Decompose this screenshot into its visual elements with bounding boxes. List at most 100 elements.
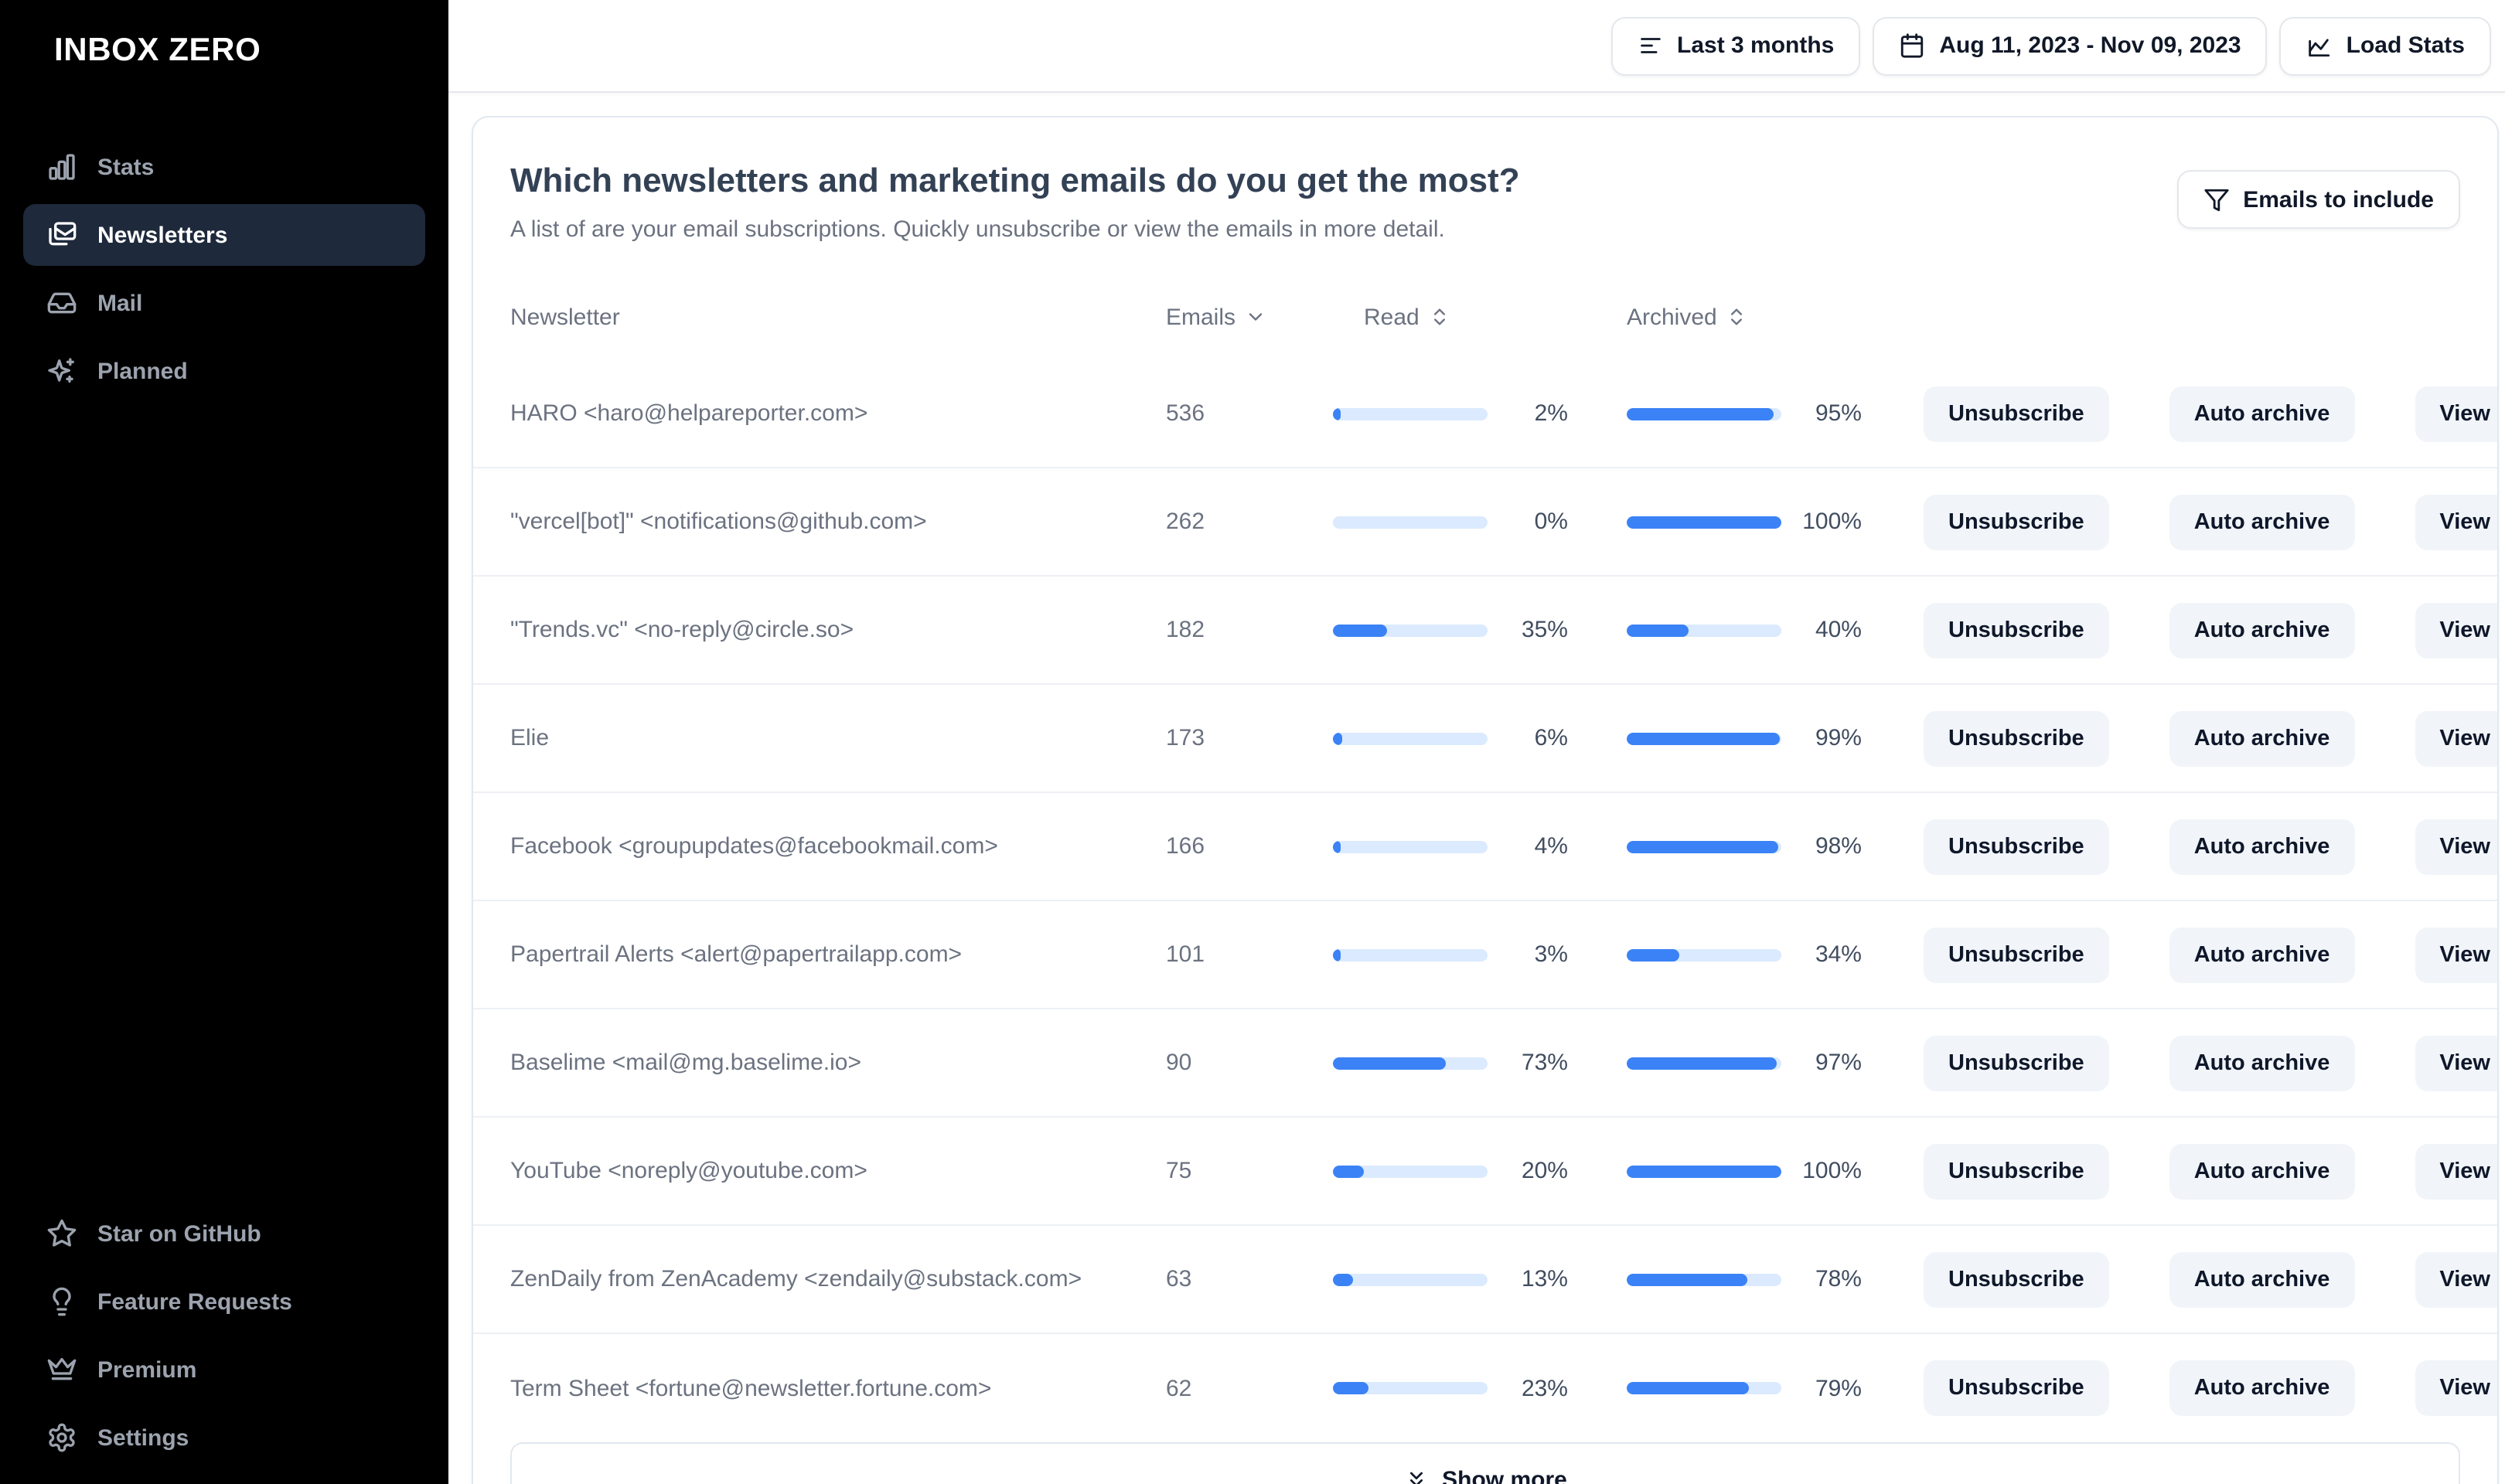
date-range-preset-button[interactable]: Last 3 months (1610, 16, 1861, 75)
read-percent: 4% (1534, 833, 1568, 859)
sidebar-item-newsletters[interactable]: Newsletters (23, 204, 425, 266)
read-percent: 23% (1521, 1375, 1568, 1401)
auto-archive-button[interactable]: Auto archive (2169, 602, 2355, 658)
view-button[interactable]: View (2415, 494, 2497, 550)
archived-progress-fill (1627, 1273, 1747, 1285)
read-progress-bar (1333, 1382, 1488, 1394)
view-button[interactable]: View (2415, 1251, 2497, 1307)
read-progress: 3% (1333, 941, 1627, 968)
load-stats-label: Load Stats (2346, 32, 2465, 59)
auto-archive-button[interactable]: Auto archive (2169, 1360, 2355, 1416)
read-percent: 3% (1534, 941, 1568, 968)
filter-lines-icon (1637, 32, 1663, 59)
auto-archive-button[interactable]: Auto archive (2169, 1035, 2355, 1091)
emails-to-include-button[interactable]: Emails to include (2176, 170, 2460, 229)
view-button[interactable]: View (2415, 927, 2497, 982)
date-range-preset-label: Last 3 months (1677, 32, 1835, 59)
auto-archive-button[interactable]: Auto archive (2169, 927, 2355, 982)
newsletter-name: "vercel[bot]" <notifications@github.com> (510, 509, 927, 535)
archived-percent: 97% (1815, 1050, 1862, 1076)
unsubscribe-button[interactable]: Unsubscribe (1924, 494, 2109, 550)
email-count: 75 (1166, 1158, 1192, 1184)
sidebar-item-stats[interactable]: Stats (23, 136, 425, 198)
unsubscribe-button[interactable]: Unsubscribe (1924, 1251, 2109, 1307)
row-actions: Unsubscribe Auto archive View (1924, 1360, 2497, 1416)
load-stats-button[interactable]: Load Stats (2279, 16, 2491, 75)
read-percent: 6% (1534, 725, 1568, 751)
column-header-newsletter[interactable]: Newsletter (510, 304, 1154, 330)
show-more-button[interactable]: Show more (510, 1442, 2460, 1484)
auto-archive-button[interactable]: Auto archive (2169, 1251, 2355, 1307)
auto-archive-button[interactable]: Auto archive (2169, 386, 2355, 441)
read-progress-fill (1333, 732, 1342, 744)
view-button[interactable]: View (2415, 1360, 2497, 1416)
column-header-read[interactable]: Read (1333, 304, 1627, 330)
sidebar-item-planned[interactable]: Planned (23, 340, 425, 402)
table-row: Elie 173 6% 99% Unsubscribe Auto archive… (473, 685, 2497, 793)
star-icon (46, 1218, 77, 1249)
archived-percent: 100% (1802, 1158, 1862, 1184)
sidebar-item-feature-requests[interactable]: Feature Requests (23, 1271, 425, 1333)
view-button[interactable]: View (2415, 710, 2497, 766)
unsubscribe-button[interactable]: Unsubscribe (1924, 386, 2109, 441)
read-percent: 35% (1521, 617, 1568, 643)
unsubscribe-button[interactable]: Unsubscribe (1924, 927, 2109, 982)
column-header-emails[interactable]: Emails (1154, 304, 1333, 330)
chevron-down-icon (1245, 306, 1266, 328)
main-area: Last 3 months Aug 11, 2023 - Nov 09, 202… (448, 0, 2505, 1484)
archived-progress: 95% (1627, 400, 1924, 427)
read-percent: 2% (1534, 400, 1568, 427)
archived-progress-bar (1627, 516, 1781, 528)
sidebar-footer-nav: Star on GitHub Feature Requests Premium … (23, 1203, 425, 1469)
top-bar: Last 3 months Aug 11, 2023 - Nov 09, 202… (448, 0, 2505, 93)
date-range-label: Aug 11, 2023 - Nov 09, 2023 (1939, 32, 2241, 59)
email-count: 63 (1166, 1266, 1192, 1292)
unsubscribe-button[interactable]: Unsubscribe (1924, 602, 2109, 658)
sidebar-item-premium[interactable]: Premium (23, 1339, 425, 1401)
archived-percent: 34% (1815, 941, 1862, 968)
emails-to-include-label: Emails to include (2243, 186, 2434, 213)
date-range-picker-button[interactable]: Aug 11, 2023 - Nov 09, 2023 (1873, 16, 2268, 75)
auto-archive-button[interactable]: Auto archive (2169, 710, 2355, 766)
read-progress-fill (1333, 1057, 1446, 1069)
table-row: "Trends.vc" <no-reply@circle.so> 182 35%… (473, 577, 2497, 685)
unsubscribe-button[interactable]: Unsubscribe (1924, 1143, 2109, 1199)
sidebar-item-label: Stats (97, 154, 155, 180)
gear-icon (46, 1422, 77, 1453)
read-percent: 0% (1534, 509, 1568, 535)
view-button[interactable]: View (2415, 1035, 2497, 1091)
sidebar-item-mail[interactable]: Mail (23, 272, 425, 334)
archived-progress-bar (1627, 732, 1781, 744)
view-button[interactable]: View (2415, 386, 2497, 441)
unsubscribe-button[interactable]: Unsubscribe (1924, 710, 2109, 766)
sidebar-item-star-on-github[interactable]: Star on GitHub (23, 1203, 425, 1264)
email-count: 90 (1166, 1050, 1192, 1076)
archived-progress-fill (1627, 1057, 1777, 1069)
view-button[interactable]: View (2415, 1143, 2497, 1199)
auto-archive-button[interactable]: Auto archive (2169, 1143, 2355, 1199)
row-actions: Unsubscribe Auto archive View (1924, 1035, 2497, 1091)
auto-archive-button[interactable]: Auto archive (2169, 494, 2355, 550)
read-progress: 20% (1333, 1158, 1627, 1184)
read-progress-bar (1333, 732, 1488, 744)
unsubscribe-button[interactable]: Unsubscribe (1924, 1035, 2109, 1091)
view-button[interactable]: View (2415, 602, 2497, 658)
table-row: Term Sheet <fortune@newsletter.fortune.c… (473, 1334, 2497, 1442)
read-progress-fill (1333, 1273, 1353, 1285)
auto-archive-button[interactable]: Auto archive (2169, 819, 2355, 874)
read-progress-fill (1333, 1382, 1368, 1394)
archived-progress-bar (1627, 1165, 1781, 1177)
newsletter-name: Facebook <groupupdates@facebookmail.com> (510, 833, 998, 859)
column-header-archived[interactable]: Archived (1627, 304, 1924, 330)
unsubscribe-button[interactable]: Unsubscribe (1924, 1360, 2109, 1416)
unsubscribe-button[interactable]: Unsubscribe (1924, 819, 2109, 874)
view-button[interactable]: View (2415, 819, 2497, 874)
read-progress: 23% (1333, 1375, 1627, 1401)
archived-progress-fill (1627, 624, 1689, 636)
read-progress-fill (1333, 840, 1341, 853)
sidebar-item-label: Feature Requests (97, 1288, 292, 1315)
read-progress-bar (1333, 1273, 1488, 1285)
read-percent: 73% (1521, 1050, 1568, 1076)
sidebar-item-settings[interactable]: Settings (23, 1407, 425, 1469)
archived-progress: 97% (1627, 1050, 1924, 1076)
